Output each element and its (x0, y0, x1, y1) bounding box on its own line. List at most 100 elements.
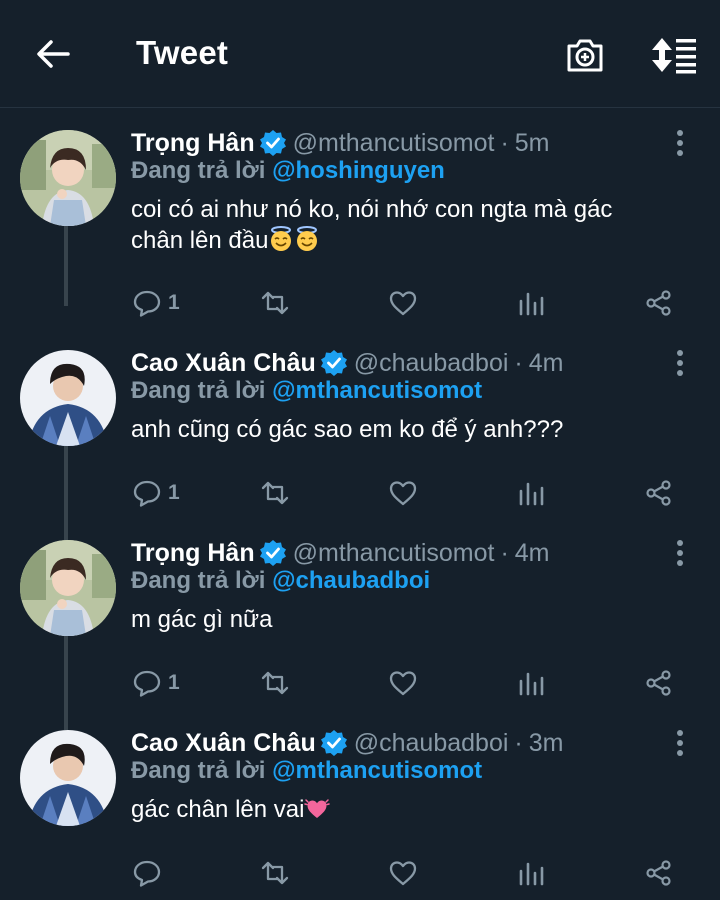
author-handle[interactable]: @mthancutisomot (293, 129, 495, 158)
tweet-text-line: gác chân lên vai (131, 796, 305, 823)
author-name[interactable]: Trọng Hân (131, 539, 255, 568)
analytics-button[interactable] (516, 853, 546, 893)
retweet-icon (261, 861, 289, 885)
tweet-text: anh cũng có gác sao em ko để ý anh??? (131, 414, 691, 445)
tweet-text-line: chân lên đầu (131, 227, 269, 254)
camera-button[interactable] (564, 34, 606, 76)
tweet-actions: 1 (0, 663, 720, 703)
analytics-button[interactable] (516, 283, 546, 323)
share-button[interactable] (644, 853, 674, 893)
tweet-text-line: coi có ai như nó ko, nói nhớ con ngta mà… (131, 196, 613, 223)
more-options-button[interactable] (668, 346, 692, 380)
replying-to-handle[interactable]: @mthancutisomot (272, 757, 482, 784)
avatar[interactable] (20, 350, 116, 446)
replying-to: Đang trả lời @chaubadboi (131, 567, 430, 599)
verified-badge-icon (259, 540, 286, 566)
tweet[interactable]: Trọng Hân @mthancutisomot · 4m Đang trả … (0, 520, 720, 730)
replying-to-label: Đang trả lời (131, 757, 273, 784)
author-name[interactable]: Cao Xuân Châu (131, 729, 316, 758)
retweet-icon (261, 481, 289, 505)
tweet[interactable]: Trọng Hân @mthancutisomot · 5m Đang trả … (0, 110, 720, 317)
share-button[interactable] (644, 473, 674, 513)
like-button[interactable] (388, 283, 418, 323)
more-options-button[interactable] (668, 726, 692, 760)
separator-dot: · (500, 538, 509, 567)
sort-button[interactable] (650, 34, 698, 76)
reply-icon (133, 290, 161, 317)
more-vertical-icon (677, 730, 683, 756)
profile-photo-icon (20, 350, 116, 446)
replying-to-handle[interactable]: @mthancutisomot (272, 377, 482, 404)
more-options-button[interactable] (668, 536, 692, 570)
sort-icon (652, 38, 696, 74)
analytics-icon (519, 292, 544, 316)
more-options-button[interactable] (668, 126, 692, 160)
share-icon (646, 670, 671, 696)
tweet-author-row: Cao Xuân Châu @chaubadboi · 3m (131, 726, 563, 760)
separator-dot: · (514, 728, 523, 757)
verified-badge-icon (320, 730, 347, 756)
like-button[interactable] (388, 473, 418, 513)
avatar[interactable] (20, 540, 116, 636)
retweet-button[interactable] (260, 473, 290, 513)
tweet[interactable]: Cao Xuân Châu @chaubadboi · 3m Đang trả … (0, 710, 720, 900)
avatar[interactable] (20, 130, 116, 226)
tweet-text-line: m gác gì nữa (131, 606, 273, 633)
tweet-actions (0, 853, 720, 893)
like-button[interactable] (388, 663, 418, 703)
analytics-icon (519, 672, 544, 696)
tweet-author-row: Trọng Hân @mthancutisomot · 4m (131, 536, 550, 570)
share-button[interactable] (644, 663, 674, 703)
tweet-text: coi có ai như nó ko, nói nhớ con ngta mà… (131, 194, 691, 256)
profile-photo-icon (20, 130, 116, 226)
replying-to: Đang trả lời @mthancutisomot (131, 757, 482, 789)
reply-button[interactable]: 1 (132, 283, 180, 323)
separator-dot: · (514, 348, 523, 377)
heart-icon (389, 861, 417, 886)
share-icon (646, 860, 671, 886)
analytics-button[interactable] (516, 473, 546, 513)
tweet[interactable]: Cao Xuân Châu @chaubadboi · 4m Đang trả … (0, 330, 720, 540)
author-handle[interactable]: @chaubadboi (354, 729, 509, 758)
reply-button[interactable]: 1 (132, 663, 180, 703)
verified-badge-icon (320, 350, 347, 376)
reply-count: 1 (168, 671, 180, 694)
reply-button[interactable]: 1 (132, 473, 180, 513)
reply-count: 1 (168, 481, 180, 504)
profile-photo-icon (20, 540, 116, 636)
tweet-text: m gác gì nữa (131, 604, 691, 635)
top-app-bar: Tweet (0, 0, 720, 108)
smiling-face-with-halo-icon (271, 226, 292, 251)
share-icon (646, 480, 671, 506)
author-name[interactable]: Cao Xuân Châu (131, 349, 316, 378)
retweet-button[interactable] (260, 853, 290, 893)
avatar[interactable] (20, 730, 116, 826)
tweet-time: 4m (514, 538, 550, 567)
heart-icon (389, 671, 417, 696)
replying-to-handle[interactable]: @chaubadboi (272, 567, 430, 594)
reply-button[interactable] (132, 853, 168, 893)
share-icon (646, 290, 671, 316)
retweet-icon (261, 671, 289, 695)
profile-photo-icon (20, 730, 116, 826)
retweet-button[interactable] (260, 283, 290, 323)
back-button[interactable] (32, 34, 72, 74)
author-name[interactable]: Trọng Hân (131, 129, 255, 158)
author-handle[interactable]: @chaubadboi (354, 349, 509, 378)
replying-to-handle[interactable]: @hoshinguyen (272, 157, 445, 184)
more-vertical-icon (677, 350, 683, 376)
reply-icon (133, 670, 161, 697)
smiling-face-with-halo-icon (297, 226, 318, 251)
growing-heart-icon (304, 799, 331, 818)
retweet-button[interactable] (260, 663, 290, 703)
like-button[interactable] (388, 853, 418, 893)
separator-dot: · (500, 128, 509, 157)
analytics-button[interactable] (516, 663, 546, 703)
verified-badge-icon (259, 130, 286, 156)
reply-count: 1 (168, 291, 180, 314)
share-button[interactable] (644, 283, 674, 323)
more-vertical-icon (677, 540, 683, 566)
tweet-time: 5m (514, 128, 550, 157)
heart-icon (389, 291, 417, 316)
author-handle[interactable]: @mthancutisomot (293, 539, 495, 568)
